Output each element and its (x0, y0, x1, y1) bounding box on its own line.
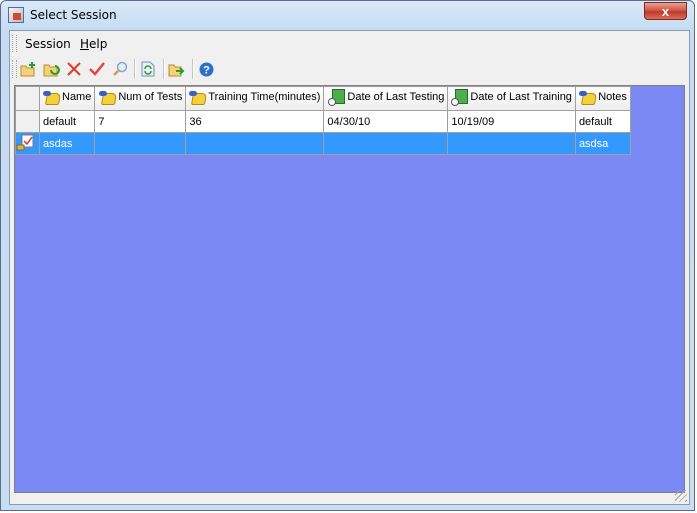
cell-notes[interactable]: asdsa (574, 132, 631, 155)
column-header-last-training[interactable]: Date of Last Training (447, 86, 576, 111)
cell-training-time[interactable]: 36 (185, 110, 325, 133)
key-icon (189, 90, 205, 104)
open-session-button[interactable] (41, 59, 61, 79)
delete-icon (67, 62, 81, 76)
corner-header[interactable] (15, 86, 40, 111)
menu-grip[interactable] (12, 35, 17, 52)
new-folder-icon (20, 61, 35, 76)
title-bar[interactable]: Select Session x (1, 1, 694, 30)
delete-button[interactable] (64, 59, 84, 79)
check-icon (89, 62, 105, 76)
search-icon (113, 61, 128, 76)
table-row-selected[interactable]: asdas asdsa (15, 132, 631, 155)
refresh-button[interactable] (138, 59, 158, 79)
cell-last-training[interactable] (447, 132, 576, 155)
sessions-table: Name Num of Tests Training Time(minutes)… (15, 86, 631, 155)
cell-notes[interactable]: default (574, 110, 631, 133)
cell-name[interactable]: asdas (38, 132, 96, 155)
export-button[interactable] (167, 59, 187, 79)
search-button[interactable] (110, 59, 130, 79)
cell-last-training[interactable]: 10/19/09 (447, 110, 576, 133)
cell-last-testing[interactable]: 04/30/10 (323, 110, 449, 133)
toolbar-grip[interactable] (12, 60, 17, 78)
client-area: Session Help ? Name Num of Tests Trainin… (9, 30, 690, 505)
cell-last-testing[interactable] (323, 132, 449, 155)
column-header-num-tests[interactable]: Num of Tests (94, 86, 187, 111)
key-icon (99, 90, 115, 104)
new-session-button[interactable] (18, 59, 38, 79)
column-header-name[interactable]: Name (38, 86, 96, 111)
date-icon (328, 89, 346, 106)
key-icon (579, 90, 595, 104)
help-icon: ? (199, 62, 213, 76)
help-button[interactable]: ? (196, 59, 216, 79)
row-header-current[interactable] (15, 132, 40, 155)
sessions-grid[interactable]: Name Num of Tests Training Time(minutes)… (14, 85, 685, 493)
refresh-icon (141, 61, 155, 77)
select-session-window: Select Session x Session Help ? Name Num… (0, 0, 695, 511)
svg-text:?: ? (203, 64, 210, 76)
edit-record-icon (16, 134, 34, 151)
open-folder-icon (43, 64, 60, 76)
column-header-last-testing[interactable]: Date of Last Testing (323, 86, 449, 111)
export-icon (168, 64, 185, 76)
cell-training-time[interactable] (185, 132, 325, 155)
window-title: Select Session (30, 8, 117, 22)
table-row[interactable]: default 7 36 04/30/10 10/19/09 default (15, 110, 631, 133)
toolbar-separator (192, 59, 194, 79)
date-icon (451, 89, 469, 106)
row-header[interactable] (15, 110, 40, 133)
menu-session[interactable]: Session (25, 37, 71, 51)
app-icon (8, 7, 24, 23)
toolbar: ? (10, 55, 689, 83)
key-icon (43, 90, 59, 104)
menu-bar: Session Help (10, 31, 689, 55)
cell-name[interactable]: default (38, 110, 96, 133)
select-button[interactable] (87, 59, 107, 79)
resize-grip[interactable] (675, 490, 687, 502)
cell-num-tests[interactable] (94, 132, 187, 155)
cell-num-tests[interactable]: 7 (94, 110, 187, 133)
toolbar-separator (134, 59, 136, 79)
header-row: Name Num of Tests Training Time(minutes)… (15, 86, 631, 111)
toolbar-separator (163, 59, 165, 79)
column-header-training-time[interactable]: Training Time(minutes) (185, 86, 325, 111)
column-header-notes[interactable]: Notes (574, 86, 631, 111)
menu-help[interactable]: Help (80, 37, 107, 51)
close-button[interactable]: x (644, 2, 687, 20)
